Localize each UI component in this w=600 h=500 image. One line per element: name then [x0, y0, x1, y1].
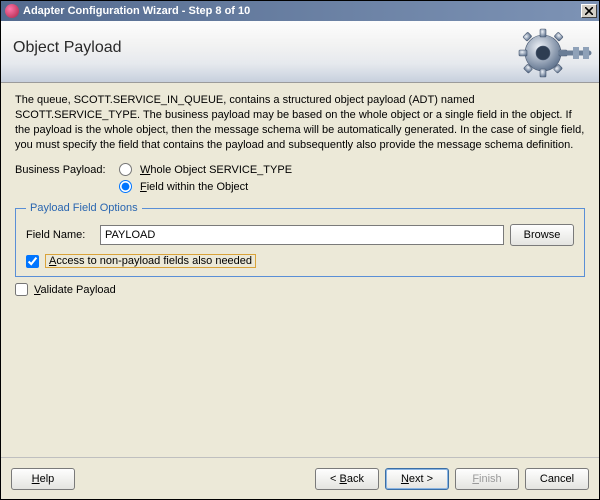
validate-payload-label: Validate Payload — [34, 284, 116, 296]
next-button[interactable]: Next > — [385, 468, 449, 490]
radio-field-within[interactable]: Field within the Object — [119, 179, 248, 194]
body: The queue, SCOTT.SERVICE_IN_QUEUE, conta… — [1, 83, 599, 457]
payload-field-options-group: Payload Field Options Field Name: Browse… — [15, 202, 585, 277]
gear-icon — [515, 25, 593, 81]
radio-whole-object-input[interactable] — [119, 163, 132, 176]
browse-button[interactable]: Browse — [510, 224, 574, 246]
business-payload-label: Business Payload: — [15, 164, 119, 176]
radio-whole-object-label: Whole Object SERVICE_TYPE — [140, 164, 292, 176]
business-payload-row-2: Field within the Object — [15, 179, 585, 194]
payload-field-options-legend: Payload Field Options — [26, 202, 142, 214]
validate-payload-input[interactable] — [15, 283, 28, 296]
close-icon[interactable] — [581, 4, 597, 18]
wizard-window: Adapter Configuration Wizard - Step 8 of… — [0, 0, 600, 500]
window-title: Adapter Configuration Wizard - Step 8 of… — [23, 5, 581, 17]
back-button[interactable]: < Back — [315, 468, 379, 490]
footer: Help < Back Next > Finish Cancel — [1, 457, 599, 499]
field-name-input[interactable] — [100, 225, 504, 245]
business-payload-row-1: Business Payload: Whole Object SERVICE_T… — [15, 162, 585, 177]
page-title: Object Payload — [13, 39, 122, 57]
access-nonpayload-label: Access to non-payload fields also needed — [45, 254, 256, 268]
radio-field-within-input[interactable] — [119, 180, 132, 193]
finish-button: Finish — [455, 468, 519, 490]
validate-payload-checkbox[interactable]: Validate Payload — [15, 283, 585, 296]
field-name-row: Field Name: Browse — [26, 224, 574, 246]
radio-field-within-label: Field within the Object — [140, 181, 248, 193]
cancel-button[interactable]: Cancel — [525, 468, 589, 490]
banner: Object Payload — [1, 21, 599, 83]
description-text: The queue, SCOTT.SERVICE_IN_QUEUE, conta… — [15, 93, 585, 152]
app-icon — [5, 4, 19, 18]
help-button[interactable]: Help — [11, 468, 75, 490]
radio-whole-object[interactable]: Whole Object SERVICE_TYPE — [119, 162, 292, 177]
access-nonpayload-input[interactable] — [26, 255, 39, 268]
access-nonpayload-checkbox[interactable]: Access to non-payload fields also needed — [26, 254, 574, 268]
field-name-label: Field Name: — [26, 229, 94, 241]
titlebar: Adapter Configuration Wizard - Step 8 of… — [1, 1, 599, 21]
